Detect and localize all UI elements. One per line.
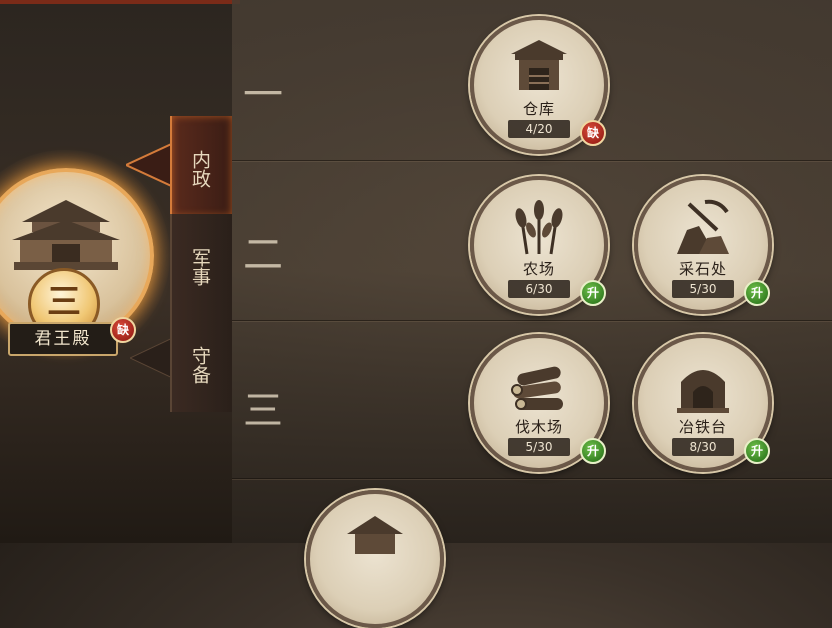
row-divider bbox=[232, 320, 832, 321]
palace-name-label: 君王殿 bbox=[8, 322, 118, 356]
building-name: 仓库 bbox=[522, 100, 555, 118]
furnace-icon bbox=[677, 370, 729, 413]
tab-internal-affairs[interactable]: 内政 bbox=[170, 116, 232, 216]
quarry-icon bbox=[677, 199, 729, 254]
upgrade-badge: 升 bbox=[580, 280, 606, 306]
building-count: 5/30 bbox=[508, 438, 570, 456]
building-name: 采石处 bbox=[678, 260, 727, 278]
building-lumberyard[interactable]: 伐木场 5/30 升 bbox=[470, 334, 608, 472]
building-partial[interactable] bbox=[306, 490, 444, 628]
lack-badge: 缺 bbox=[580, 120, 606, 146]
tab-label: 内政 bbox=[189, 150, 211, 188]
tab-military[interactable]: 军事 bbox=[170, 214, 232, 314]
building-count: 6/30 bbox=[508, 280, 570, 298]
wheat-icon bbox=[515, 200, 563, 255]
building-name: 农场 bbox=[522, 260, 555, 278]
row-label-1: 一 bbox=[243, 72, 283, 118]
building-name: 冶铁台 bbox=[678, 418, 727, 436]
row-divider bbox=[232, 160, 832, 161]
building-warehouse[interactable]: 仓库 4/20 缺 bbox=[470, 16, 608, 154]
upgrade-badge: 升 bbox=[580, 438, 606, 464]
upgrade-badge: 升 bbox=[744, 438, 770, 464]
tab-label: 守备 bbox=[189, 346, 211, 384]
building-count: 8/30 bbox=[672, 438, 734, 456]
building-ironworks[interactable]: 冶铁台 8/30 升 bbox=[634, 334, 772, 472]
row-label-3: 三 bbox=[243, 388, 283, 434]
warehouse-icon bbox=[511, 40, 567, 90]
row-label-2: 二 bbox=[243, 232, 283, 278]
row-divider bbox=[232, 478, 832, 479]
building-quarry[interactable]: 采石处 5/30 升 bbox=[634, 176, 772, 314]
building-count: 5/30 bbox=[672, 280, 734, 298]
top-accent-bar bbox=[0, 0, 240, 4]
building-farm[interactable]: 农场 6/30 升 bbox=[470, 176, 608, 314]
tab-defense[interactable]: 守备 bbox=[170, 312, 232, 412]
tab-label: 军事 bbox=[189, 248, 211, 286]
building-count: 4/20 bbox=[508, 120, 570, 138]
roof-icon bbox=[347, 516, 403, 554]
building-name: 伐木场 bbox=[514, 418, 563, 436]
upgrade-badge: 升 bbox=[744, 280, 770, 306]
logs-icon bbox=[511, 366, 563, 410]
